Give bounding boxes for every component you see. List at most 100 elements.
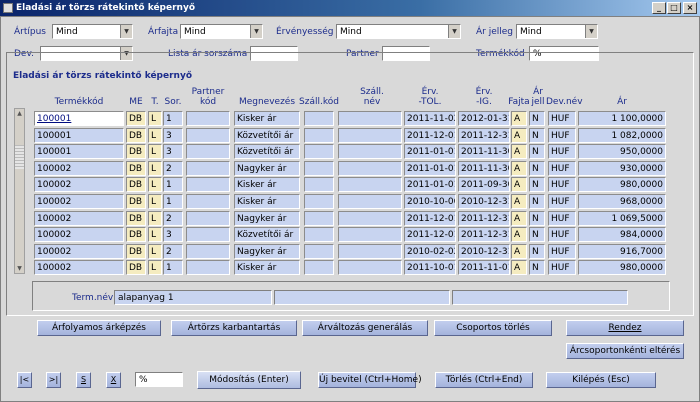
- cell-szallnev[interactable]: [338, 244, 402, 259]
- cell-megnevezes[interactable]: Közvetítői ár: [234, 227, 300, 242]
- scroll-up-icon[interactable]: ▲: [15, 109, 24, 118]
- minimize-icon[interactable]: _: [652, 2, 666, 14]
- cell-erv-tol[interactable]: 2011-10-01: [404, 260, 456, 275]
- cell-szallkod[interactable]: [304, 177, 334, 192]
- cell-erv-tol[interactable]: 2011-12-01: [404, 211, 456, 226]
- cell-erv-tol[interactable]: 2011-01-01: [404, 177, 456, 192]
- arfolyamos-button[interactable]: Árfolyamos árképzés: [37, 320, 161, 336]
- cell-megnevezes[interactable]: Kisker ár: [234, 260, 300, 275]
- kilepes-button[interactable]: Kilépés (Esc): [546, 372, 656, 388]
- cell-devnev[interactable]: HUF: [548, 194, 576, 209]
- cell-szallkod[interactable]: [304, 227, 334, 242]
- term-input[interactable]: alapanyag 1: [114, 290, 272, 305]
- cell-termekkod[interactable]: 100002: [34, 260, 124, 275]
- cell-erv-ig[interactable]: 2011-09-30: [458, 177, 510, 192]
- cell-erv-ig[interactable]: 2011-11-01: [458, 260, 510, 275]
- ervenyesseg-select[interactable]: Mind ▼: [336, 24, 461, 39]
- cell-ar[interactable]: 1 082,0000: [578, 128, 666, 143]
- cell-partnerkod[interactable]: [186, 211, 230, 226]
- cell-me[interactable]: DB: [126, 161, 146, 176]
- cell-partnerkod[interactable]: [186, 194, 230, 209]
- cell-devnev[interactable]: HUF: [548, 244, 576, 259]
- cell-t[interactable]: L: [148, 227, 162, 242]
- cell-ar[interactable]: 968,0000: [578, 194, 666, 209]
- cell-sor[interactable]: 1: [163, 194, 183, 209]
- cell-t[interactable]: L: [148, 111, 162, 126]
- nav-s-button[interactable]: S: [76, 372, 91, 388]
- cell-fajta[interactable]: A: [511, 177, 527, 192]
- cell-erv-tol[interactable]: 2011-01-01: [404, 144, 456, 159]
- cell-megnevezes[interactable]: Kisker ár: [234, 194, 300, 209]
- cell-erv-ig[interactable]: 2012-01-31: [458, 111, 510, 126]
- cell-partnerkod[interactable]: [186, 260, 230, 275]
- chevron-down-icon[interactable]: ▼: [448, 25, 460, 38]
- cell-fajta[interactable]: A: [511, 161, 527, 176]
- cell-devnev[interactable]: HUF: [548, 161, 576, 176]
- torles-button[interactable]: Törlés (Ctrl+End): [435, 372, 533, 388]
- cell-fajta[interactable]: A: [511, 211, 527, 226]
- cell-me[interactable]: DB: [126, 128, 146, 143]
- cell-megnevezes[interactable]: Nagyker ár: [234, 244, 300, 259]
- cell-erv-ig[interactable]: 2011-11-30: [458, 144, 510, 159]
- cell-erv-tol[interactable]: 2010-02-02: [404, 244, 456, 259]
- cell-partnerkod[interactable]: [186, 244, 230, 259]
- cell-devnev[interactable]: HUF: [548, 128, 576, 143]
- chevron-down-icon[interactable]: ▼: [250, 25, 262, 38]
- cell-sor[interactable]: 2: [163, 244, 183, 259]
- cell-devnev[interactable]: HUF: [548, 227, 576, 242]
- cell-erv-ig[interactable]: 2011-12-31: [458, 227, 510, 242]
- term-input-3[interactable]: [452, 290, 628, 305]
- scroll-thumb[interactable]: [15, 145, 24, 169]
- cell-erv-tol[interactable]: 2011-01-01: [404, 161, 456, 176]
- cell-fajta[interactable]: A: [511, 194, 527, 209]
- cell-me[interactable]: DB: [126, 194, 146, 209]
- cell-erv-ig[interactable]: 2010-12-31: [458, 194, 510, 209]
- cell-partnerkod[interactable]: [186, 161, 230, 176]
- cell-devnev[interactable]: HUF: [548, 144, 576, 159]
- cell-sor[interactable]: 1: [163, 111, 183, 126]
- cell-t[interactable]: L: [148, 161, 162, 176]
- cell-ar[interactable]: 950,0000: [578, 144, 666, 159]
- cell-devnev[interactable]: HUF: [548, 111, 576, 126]
- cell-me[interactable]: DB: [126, 227, 146, 242]
- cell-erv-tol[interactable]: 2011-11-02: [404, 111, 456, 126]
- cell-me[interactable]: DB: [126, 144, 146, 159]
- cell-fajta[interactable]: A: [511, 128, 527, 143]
- cell-devnev[interactable]: HUF: [548, 177, 576, 192]
- chevron-down-icon[interactable]: ▼: [585, 25, 597, 38]
- chevron-down-icon[interactable]: ▼: [120, 25, 132, 38]
- cell-sor[interactable]: 1: [163, 260, 183, 275]
- cell-megnevezes[interactable]: Kisker ár: [234, 111, 300, 126]
- cell-megnevezes[interactable]: Közvetítői ár: [234, 128, 300, 143]
- nav-last-button[interactable]: >|: [46, 372, 61, 388]
- cell-termekkod[interactable]: 100001: [34, 128, 124, 143]
- cell-devnev[interactable]: HUF: [548, 260, 576, 275]
- cell-szallkod[interactable]: [304, 128, 334, 143]
- cell-erv-ig[interactable]: 2011-12-31: [458, 128, 510, 143]
- cell-szallkod[interactable]: [304, 211, 334, 226]
- cell-termekkod[interactable]: 100002: [34, 244, 124, 259]
- cell-ar[interactable]: 1 069,5000: [578, 211, 666, 226]
- artipus-select[interactable]: Mind ▼: [52, 24, 133, 39]
- cell-partnerkod[interactable]: [186, 128, 230, 143]
- cell-erv-tol[interactable]: 2011-12-01: [404, 128, 456, 143]
- cell-arjell[interactable]: N: [529, 194, 545, 209]
- arcsoport-button[interactable]: Árcsoportonkénti eltérés: [566, 343, 684, 359]
- cell-szallnev[interactable]: [338, 211, 402, 226]
- cell-erv-tol[interactable]: 2011-12-01: [404, 227, 456, 242]
- artorzs-button[interactable]: Ártörzs karbantartás: [171, 320, 297, 336]
- cell-ar[interactable]: 984,0000: [578, 227, 666, 242]
- cell-fajta[interactable]: A: [511, 244, 527, 259]
- close-icon[interactable]: ×: [683, 2, 697, 14]
- cell-me[interactable]: DB: [126, 177, 146, 192]
- cell-devnev[interactable]: HUF: [548, 211, 576, 226]
- scroll-down-icon[interactable]: ▼: [15, 264, 24, 273]
- footer-filter-input[interactable]: %: [135, 372, 183, 387]
- cell-me[interactable]: DB: [126, 244, 146, 259]
- cell-t[interactable]: L: [148, 260, 162, 275]
- cell-megnevezes[interactable]: Közvetítői ár: [234, 144, 300, 159]
- arjelleg-select[interactable]: Mind ▼: [516, 24, 598, 39]
- cell-szallnev[interactable]: [338, 111, 402, 126]
- cell-arjell[interactable]: N: [529, 144, 545, 159]
- cell-sor[interactable]: 3: [163, 128, 183, 143]
